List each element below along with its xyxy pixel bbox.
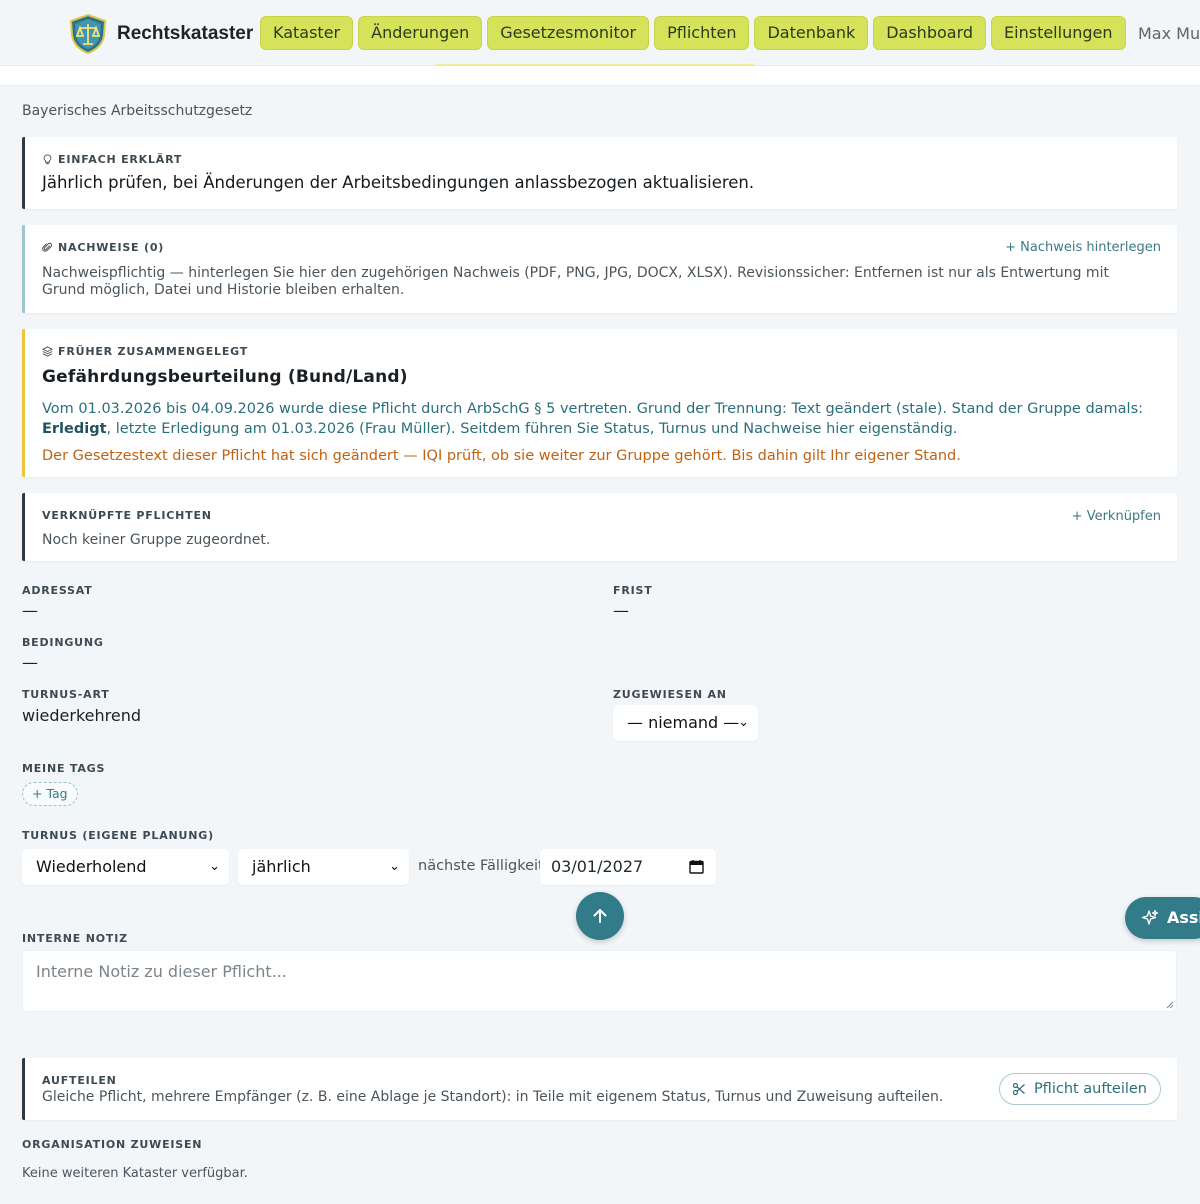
explained-card: EINFACH ERKLÄRT Jährlich prüfen, bei Änd… [22,137,1177,209]
main-nav: Kataster Änderungen Gesetzesmonitor Pfli… [260,16,1126,50]
panel-top-edge [0,66,1200,86]
add-nachweis-link[interactable]: + Nachweis hinterlegen [1005,240,1161,255]
scroll-top-button[interactable] [576,892,624,940]
bulb-icon [43,154,52,165]
nachweise-card: NACHWEISE (0) + Nachweis hinterlegen Nac… [22,225,1177,313]
due-date-input[interactable]: 03/01/2027 [540,849,716,885]
nav-datenbank[interactable]: Datenbank [754,16,869,50]
nav-kataster[interactable]: Kataster [260,16,354,50]
linked-duties-card: VERKNÜPFTE PFLICHTEN + Verknüpfen Noch k… [22,493,1177,561]
assistant-button[interactable]: Assi [1125,897,1200,939]
split-duty-button[interactable]: Pflicht aufteilen [998,1073,1161,1105]
explained-label: EINFACH ERKLÄRT [42,153,182,166]
bedingung-value: — [22,653,38,672]
zugewiesen-label: ZUGEWIESEN AN [613,688,727,701]
nav-gesetzesmonitor[interactable]: Gesetzesmonitor [487,16,650,50]
resize-grip-icon[interactable] [1165,1000,1174,1009]
top-navigation: Rechtskataster Kataster Änderungen Geset… [0,0,1200,66]
nachweise-label: NACHWEISE (0) [42,241,164,254]
frist-value: — [613,601,629,620]
turnus-label: TURNUS (EIGENE PLANUNG) [22,829,214,842]
turnus-mode-select[interactable]: Wiederholend ⌄ [22,849,229,885]
add-tag-button[interactable]: + Tag [22,782,78,806]
assignee-select[interactable]: — niemand — ⌄ [613,705,758,741]
chevron-down-icon: ⌄ [738,715,749,730]
law-title: Bayerisches Arbeitsschutzgesetz [22,103,253,119]
sparkle-icon [1141,909,1159,925]
calendar-icon[interactable] [689,859,704,874]
logo-shield-icon [69,13,107,55]
turnus-art-label: TURNUS-ART [22,688,110,701]
layers-icon [42,346,53,357]
arbschg-link[interactable]: ArbSchG § 5 [467,401,555,417]
tags-label: MEINE TAGS [22,762,106,775]
aufteilen-card: AUFTEILEN Gleiche Pflicht, mehrere Empfä… [22,1058,1177,1120]
app-name: Rechtskataster [117,23,254,44]
paperclip-icon [42,242,53,252]
frist-label: FRIST [613,584,653,597]
scissors-icon [1012,1082,1025,1096]
history-text: Vom 01.03.2026 bis 04.09.2026 wurde dies… [42,401,1144,437]
nav-einstellungen[interactable]: Einstellungen [991,16,1126,50]
nav-pflichten[interactable]: Pflichten [654,16,750,50]
linked-label: VERKNÜPFTE PFLICHTEN [42,509,212,522]
due-date-label: nächste Fälligkeit [418,858,544,874]
adressat-label: ADRESSAT [22,584,93,597]
aufteilen-text: Gleiche Pflicht, mehrere Empfänger (z. B… [42,1089,944,1105]
organisation-label: ORGANISATION ZUWEISEN [22,1138,203,1151]
turnus-art-value: wiederkehrend [22,706,141,725]
nachweise-text: Nachweispflichtig — hinterlegen Sie hier… [42,265,1109,298]
group-title: Gefährdungsbeurteilung (Bund/Land) [42,367,408,387]
turnus-interval-select[interactable]: jährlich ⌄ [238,849,409,885]
linked-empty-text: Noch keiner Gruppe zugeordnet. [42,532,271,548]
organisation-empty-text: Keine weiteren Kataster verfügbar. [22,1166,248,1181]
warning-text: Der Gesetzestext dieser Pflicht hat sich… [42,448,961,464]
frueher-label: FRÜHER ZUSAMMENGELEGT [42,345,248,358]
explained-text: Jährlich prüfen, bei Änderungen der Arbe… [42,173,755,192]
arrow-up-icon [593,909,607,923]
internal-note-textarea[interactable]: Interne Notiz zu dieser Pflicht... [22,950,1177,1012]
chevron-down-icon: ⌄ [389,859,400,874]
nav-dashboard[interactable]: Dashboard [873,16,987,50]
link-duty-button[interactable]: + Verknüpfen [1072,509,1161,524]
adressat-value: — [22,601,38,620]
brand[interactable]: Rechtskataster [67,13,253,55]
user-menu[interactable]: Max Mus [1138,24,1200,43]
group-status: Erledigt [42,421,107,437]
aufteilen-label: AUFTEILEN [42,1074,117,1087]
frueher-zusammengelegt-card: FRÜHER ZUSAMMENGELEGT Gefährdungsbeurtei… [22,329,1177,477]
bedingung-label: BEDINGUNG [22,636,104,649]
chevron-down-icon: ⌄ [209,859,220,874]
notiz-label: INTERNE NOTIZ [22,932,128,945]
nav-aenderungen[interactable]: Änderungen [358,16,483,50]
